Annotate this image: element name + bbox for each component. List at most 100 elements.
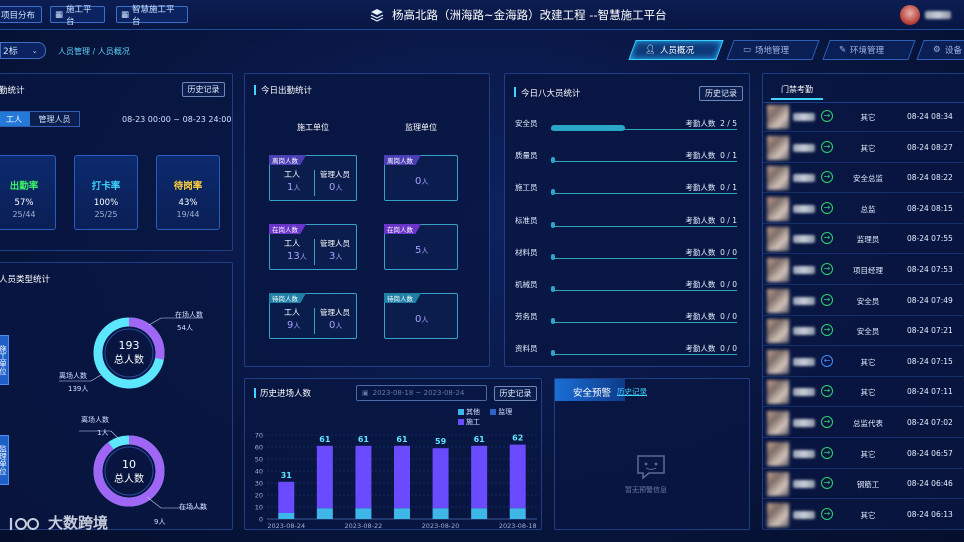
stat-card-attendance: 出勤率 57% 25/44 xyxy=(0,155,56,230)
watermark-text: 大数跨境 xyxy=(48,514,109,532)
gate-row[interactable]: ← 其它 08-24 07:15 xyxy=(763,347,963,377)
bar-other xyxy=(432,508,449,519)
box-tag: 待岗人数 xyxy=(384,293,421,303)
chevron-down-icon: ⌄ xyxy=(31,46,38,55)
panel-title: 今日八大员统计 xyxy=(521,89,581,99)
role-count: 考勤人数 2 / 5 xyxy=(685,119,737,128)
person-role: 其它 xyxy=(860,510,876,520)
gate-row[interactable]: → 其它 08-24 08:34 xyxy=(763,102,963,132)
gate-row[interactable]: → 安全员 08-24 07:49 xyxy=(763,286,963,316)
person-name xyxy=(793,143,815,152)
tab-environment-management[interactable]: ✎ 环境管理 xyxy=(822,40,916,60)
history-panel: 历史进场人数 ▣ 2023-08-18 ~ 2023-08-24 历史记录 其他 … xyxy=(244,378,542,530)
worker-count: 9人 xyxy=(287,320,301,331)
person-name xyxy=(793,388,815,397)
donut2-in-label: 在场人数 xyxy=(179,503,207,511)
gate-row[interactable]: → 安全总监 08-24 08:22 xyxy=(763,163,963,194)
person-photo xyxy=(767,319,789,344)
person-photo xyxy=(767,502,789,527)
alert-history-link[interactable]: 历史记录 xyxy=(617,386,647,397)
y-tick-label: 60 xyxy=(255,444,263,452)
donut-charts xyxy=(59,317,207,509)
entry-time: 08-24 06:57 xyxy=(907,448,953,458)
supervision-count: 5人 xyxy=(415,245,429,256)
bar-other xyxy=(394,508,410,519)
role-row: 机械员 考勤人数 0 / 0 xyxy=(515,279,741,293)
gate-row[interactable]: → 总监代表 08-24 07:02 xyxy=(763,408,963,438)
manager-count: 3人 xyxy=(329,251,343,262)
bar-construction xyxy=(432,448,449,509)
tab-smart-platform[interactable]: ▦ 智慧施工平台 xyxy=(116,5,188,27)
entry-time: 08-24 06:13 xyxy=(907,509,953,519)
bar-construction xyxy=(394,445,410,509)
top-bar: 项目分布 ▦ 施工平台 ▦ 智慧施工平台 杨高北路（洲海路~金海路）改建工程 --智… xyxy=(0,0,964,30)
donut2-out-label: 离场人数 xyxy=(81,416,109,424)
avatar[interactable] xyxy=(900,5,920,25)
entry-time: 08-24 08:22 xyxy=(907,173,953,183)
gate-row[interactable]: → 钢筋工 08-24 06:46 xyxy=(763,469,963,500)
box-tag: 离岗人数 xyxy=(384,155,421,165)
bar-construction xyxy=(278,481,295,513)
bar-construction xyxy=(471,445,488,509)
entry-time: 08-24 07:55 xyxy=(907,234,953,244)
toggle-manager[interactable]: 管理人员 xyxy=(30,112,79,126)
stat-frac: 19/44 xyxy=(176,210,200,219)
tab-project-distribution[interactable]: 项目分布 xyxy=(0,6,42,23)
entry-time: 08-24 07:02 xyxy=(907,418,953,427)
person-name xyxy=(793,327,815,336)
stat-card-clockin: 打卡率 100% 25/25 xyxy=(74,155,138,230)
tab-personnel-overview[interactable]: 👤︎ 人员概况 xyxy=(628,40,724,60)
tab-construction-platform[interactable]: ▦ 施工平台 xyxy=(50,5,105,27)
select-value: 2标 xyxy=(3,47,18,57)
history-button[interactable]: 历史记录 xyxy=(699,86,743,101)
role-bar xyxy=(551,286,555,292)
stat-label: 待岗率 xyxy=(173,181,203,192)
arrow-right-icon: → xyxy=(821,507,833,520)
gate-row[interactable]: → 总监 08-24 08:15 xyxy=(763,194,963,224)
data-label: 61 xyxy=(319,435,331,444)
y-tick-label: 70 xyxy=(255,432,263,440)
person-role: 监理员 xyxy=(856,235,880,245)
gate-row[interactable]: → 其它 08-24 06:57 xyxy=(763,439,963,469)
role-name: 材料员 xyxy=(515,247,538,257)
x-tick-label: 2023-08-20 xyxy=(422,522,460,530)
tab-equipment[interactable]: ⚙ 设备 xyxy=(916,40,964,60)
tab-label: 施工平台 xyxy=(66,4,92,27)
role-count: 考勤人数 0 / 1 xyxy=(685,215,737,225)
history-bar-chart: 0 10 20 30 40 50 60 70 31 2023-08-24 61 61 2023-08-2… xyxy=(255,432,537,530)
person-role: 总监代表 xyxy=(853,419,883,428)
manager-label: 管理人员 xyxy=(320,170,350,179)
gate-row[interactable]: → 其它 08-24 06:13 xyxy=(763,500,963,530)
construction-box: 离岗人数 工人 管理人员 1人 0人 xyxy=(269,155,357,201)
gate-row[interactable]: → 项目经理 08-24 07:53 xyxy=(763,255,963,285)
user-name[interactable] xyxy=(925,11,951,19)
role-row: 施工员 考勤人数 0 / 1 xyxy=(515,182,741,196)
stat-pct: 100% xyxy=(93,198,119,208)
role-track xyxy=(551,193,737,195)
monitor-icon: ▭ xyxy=(743,45,752,55)
stat-label: 打卡率 xyxy=(91,181,121,192)
tab-site-management[interactable]: ▭ 场地管理 xyxy=(726,40,820,60)
supervision-count: 0人 xyxy=(415,176,429,187)
gate-row[interactable]: → 监理员 08-24 07:55 xyxy=(763,224,963,255)
arrow-right-icon: → xyxy=(821,477,833,490)
box-tag: 待岗人数 xyxy=(269,293,306,303)
history-button[interactable]: 历史记录 xyxy=(182,82,225,97)
gate-row[interactable]: → 其它 08-24 08:27 xyxy=(763,133,963,163)
role-name: 标准员 xyxy=(515,215,538,225)
section-select[interactable]: 2标 ⌄ xyxy=(0,42,46,59)
arrow-right-icon: → xyxy=(821,263,833,275)
donut1-out-val: 139人 xyxy=(68,385,89,393)
gate-row[interactable]: → 安全员 08-24 07:21 xyxy=(763,316,963,347)
gate-row[interactable]: → 其它 08-24 07:11 xyxy=(763,377,963,408)
person-photo xyxy=(767,288,789,313)
panel-title: 今日出勤统计 xyxy=(261,86,313,96)
tab-gate-attendance[interactable]: 门禁考勤 xyxy=(771,80,823,100)
worker-label: 工人 xyxy=(284,308,300,317)
worker-count: 13人 xyxy=(287,251,307,262)
toggle-worker[interactable]: 工人 xyxy=(0,112,30,126)
worker-count: 1人 xyxy=(287,182,301,193)
donut2-in-val: 9人 xyxy=(154,518,166,526)
data-label: 62 xyxy=(512,434,523,443)
role-count: 考勤人数 0 / 1 xyxy=(685,151,737,161)
